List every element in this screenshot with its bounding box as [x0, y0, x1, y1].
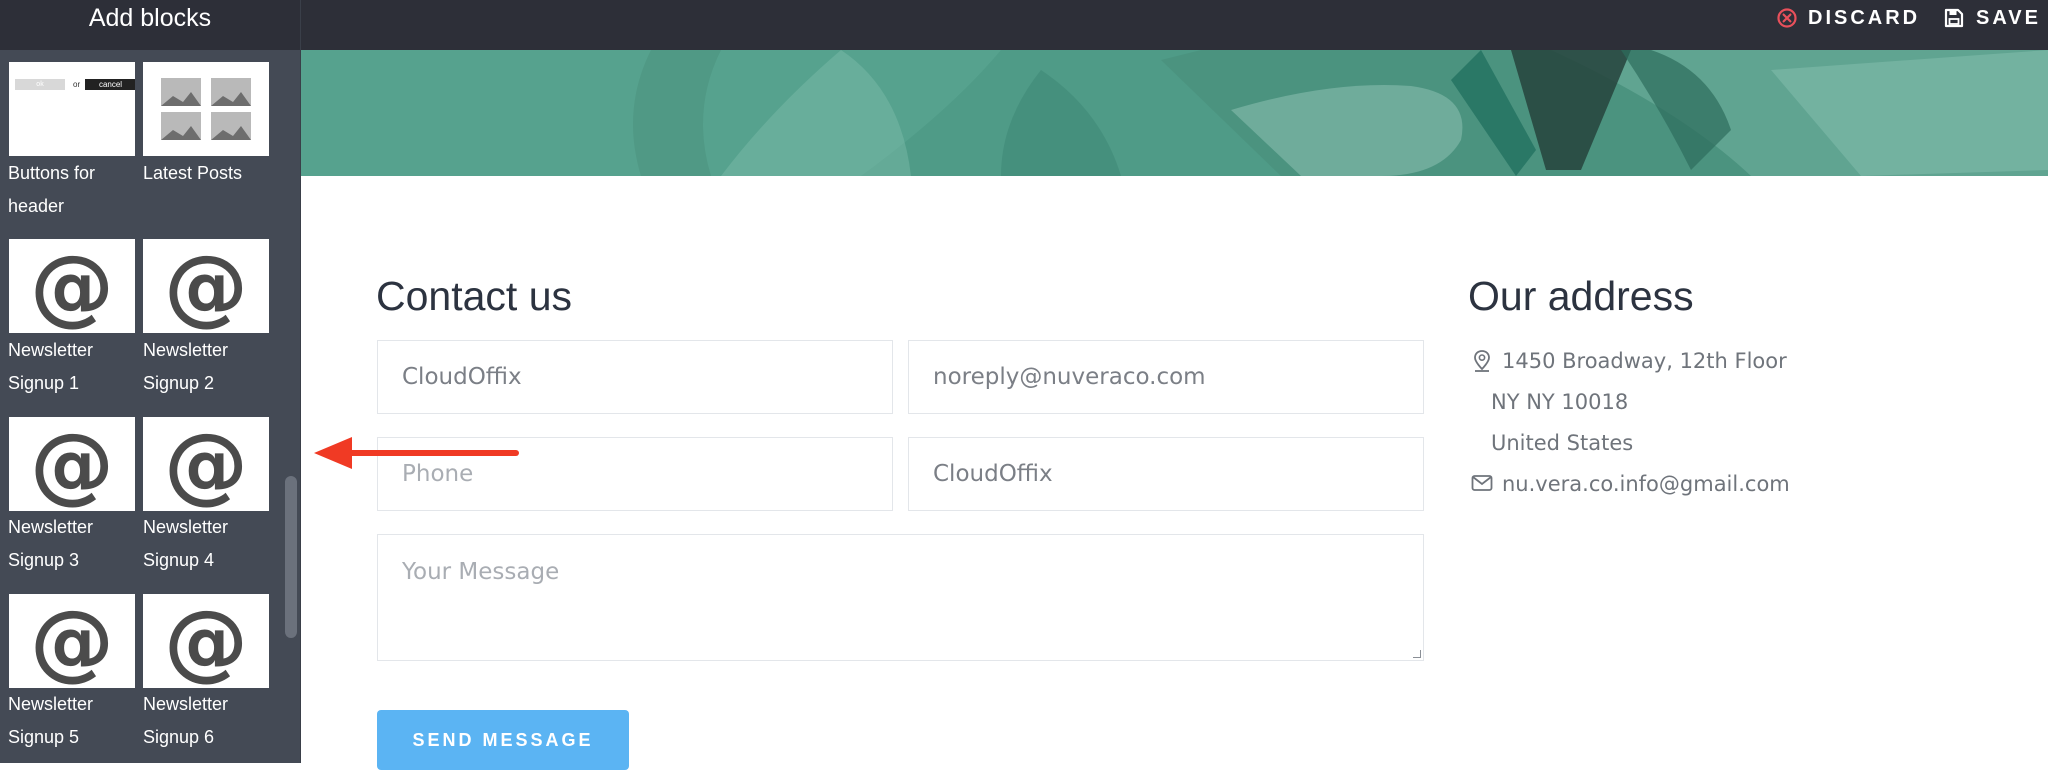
- sidebar-scrollbar-thumb[interactable]: [285, 476, 297, 638]
- block-label-newsletter-signup-5: Newsletter Signup 5: [8, 688, 138, 754]
- block-label-line: Newsletter: [8, 517, 94, 537]
- at-sign-icon: @: [164, 417, 248, 511]
- block-label-newsletter-signup-1: Newsletter Signup 1: [8, 334, 138, 400]
- preview-or-text: or: [73, 80, 81, 89]
- block-label-line: Signup 3: [8, 550, 80, 570]
- block-label-newsletter-signup-2: Newsletter Signup 2: [143, 334, 273, 400]
- name-field[interactable]: CloudOffix: [377, 340, 893, 414]
- block-label-line: Newsletter: [8, 340, 94, 360]
- at-sign-icon: @: [30, 417, 114, 511]
- map-pin-icon: [1474, 350, 1490, 372]
- sidebar-header: Add blocks: [0, 0, 300, 50]
- save-label: SAVE: [1976, 6, 2041, 29]
- contact-heading: Contact us: [376, 273, 572, 319]
- envelope-icon: [1471, 475, 1493, 491]
- address-city: NY NY 10018: [1491, 390, 1629, 414]
- block-tile-newsletter-signup-1[interactable]: @: [9, 239, 135, 333]
- block-label-line: Signup 6: [143, 727, 215, 747]
- close-circle-icon: [1777, 8, 1797, 28]
- message-textarea[interactable]: Your Message: [377, 534, 1424, 661]
- company-field[interactable]: CloudOffix: [908, 437, 1424, 511]
- block-tile-newsletter-signup-5[interactable]: @: [9, 594, 135, 688]
- at-sign-icon: @: [30, 239, 114, 333]
- at-sign-icon: @: [164, 239, 248, 333]
- block-label-newsletter-signup-6: Newsletter Signup 6: [143, 688, 273, 754]
- block-label-latest-posts: Latest Posts: [143, 157, 273, 190]
- block-label-line: Buttons for: [8, 163, 96, 183]
- floppy-disk-icon: [1944, 8, 1964, 28]
- block-label-line: Signup 2: [143, 373, 215, 393]
- hero-photo-shapes: [301, 50, 2048, 176]
- sidebar-title: Add blocks: [88, 4, 212, 32]
- posts-preview-icon: [161, 78, 251, 140]
- discard-label: DISCARD: [1808, 6, 1921, 29]
- address-heading: Our address: [1468, 273, 1694, 319]
- email-field[interactable]: noreply@nuveraco.com: [908, 340, 1424, 414]
- block-tile-newsletter-signup-3[interactable]: @: [9, 417, 135, 511]
- block-label-line: Latest Posts: [143, 163, 243, 183]
- block-label-line: header: [8, 196, 65, 216]
- save-button[interactable]: SAVE: [1944, 0, 2041, 36]
- at-sign-icon: @: [164, 594, 248, 688]
- block-label-newsletter-signup-4: Newsletter Signup 4: [143, 511, 273, 577]
- block-label-line: Newsletter: [143, 517, 229, 537]
- block-label-line: Newsletter: [8, 694, 94, 714]
- block-tile-newsletter-signup-2[interactable]: @: [143, 239, 269, 333]
- block-label-line: Signup 1: [8, 373, 80, 393]
- red-arrow-annotation: [314, 437, 519, 469]
- send-message-button[interactable]: SEND MESSAGE: [377, 710, 629, 770]
- textarea-resize-handle[interactable]: [1413, 650, 1421, 658]
- preview-ok-button: ok: [15, 79, 65, 90]
- block-label-newsletter-signup-3: Newsletter Signup 3: [8, 511, 138, 577]
- block-tile-newsletter-signup-4[interactable]: @: [143, 417, 269, 511]
- block-tile-buttons-for-header[interactable]: ok or cancel: [9, 62, 135, 156]
- hero-background-image: [301, 50, 2048, 176]
- at-sign-icon: @: [30, 594, 114, 688]
- sidebar-scrollbar-track[interactable]: [285, 50, 297, 763]
- block-label-line: Newsletter: [143, 694, 229, 714]
- address-street: 1450 Broadway, 12th Floor: [1502, 349, 1787, 373]
- address-email: nu.vera.co.info@gmail.com: [1502, 472, 1790, 496]
- preview-cancel-button: cancel: [85, 79, 135, 90]
- block-tile-newsletter-signup-6[interactable]: @: [143, 594, 269, 688]
- block-label-line: Newsletter: [143, 340, 229, 360]
- block-tile-latest-posts[interactable]: [143, 62, 269, 156]
- block-label-line: Signup 4: [143, 550, 215, 570]
- block-label-buttons-for-header: Buttons for header: [8, 157, 138, 223]
- block-label-line: Signup 5: [8, 727, 80, 747]
- discard-button[interactable]: DISCARD: [1776, 0, 1920, 36]
- address-country: United States: [1491, 431, 1634, 455]
